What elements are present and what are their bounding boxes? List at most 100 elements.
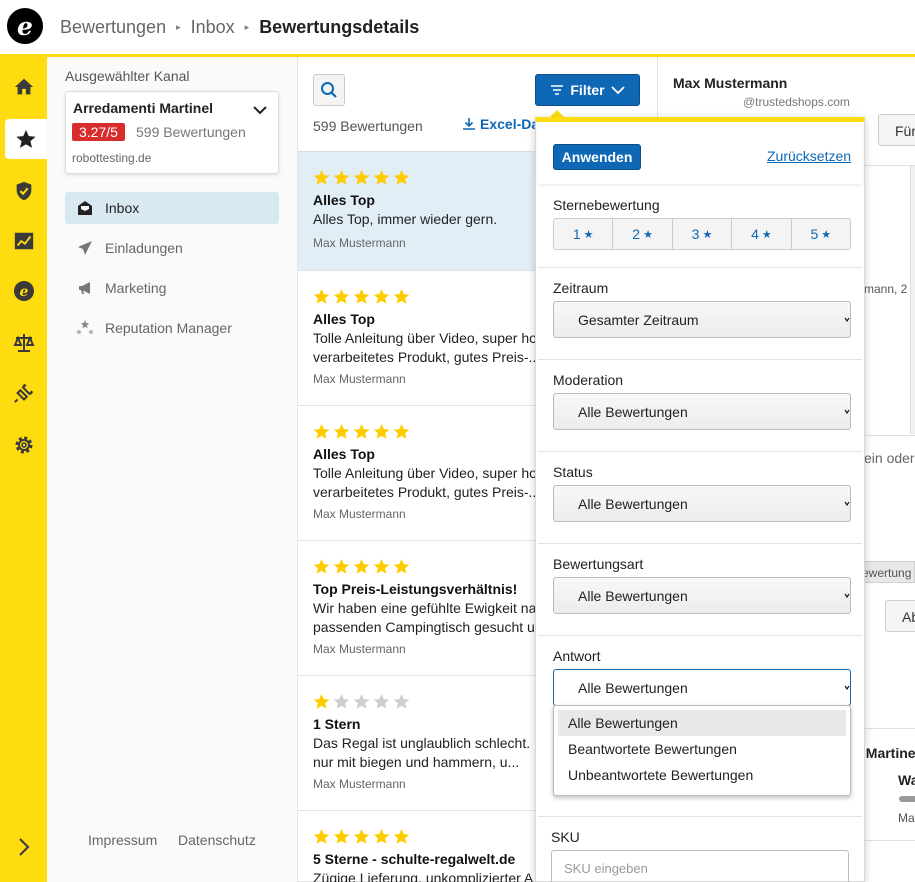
sidebar-item-einladungen[interactable]: Einladungen bbox=[65, 232, 279, 264]
channel-name: Arredamenti Martinel bbox=[73, 100, 214, 116]
sku-input[interactable]: SKU eingeben bbox=[551, 850, 849, 882]
detail-fragment: ein oder k bbox=[864, 450, 915, 466]
star-filter-3-button[interactable]: 3 ★ bbox=[673, 219, 733, 249]
star-icon bbox=[373, 289, 390, 304]
inbox-icon bbox=[78, 201, 92, 215]
antwort-option-unanswered[interactable]: Unbeantwortete Bewertungen bbox=[558, 762, 846, 788]
star-icon bbox=[333, 829, 350, 844]
detail-action-button-2[interactable]: Ab bbox=[885, 600, 915, 632]
detail-action-button[interactable]: Für bbox=[878, 114, 915, 146]
review-author: Max Mustermann bbox=[313, 777, 406, 791]
review-title: 1 Stern bbox=[313, 716, 361, 732]
rail-home[interactable] bbox=[0, 67, 47, 107]
search-button[interactable] bbox=[313, 74, 345, 106]
select-caret-icon bbox=[844, 409, 850, 415]
impressum-link[interactable]: Impressum bbox=[88, 832, 157, 848]
detail-progress bbox=[899, 796, 915, 802]
review-body: Alles Top, immer wieder gern. bbox=[313, 211, 498, 227]
review-stars bbox=[313, 828, 410, 845]
sidebar-item-inbox[interactable]: Inbox bbox=[65, 192, 279, 224]
breadcrumb-bewertungen[interactable]: Bewertungen bbox=[60, 17, 166, 38]
chart-icon bbox=[14, 232, 33, 250]
antwort-label: Antwort bbox=[553, 648, 601, 664]
antwort-select[interactable]: Alle Bewertungen bbox=[553, 669, 851, 706]
zeitraum-select[interactable]: Gesamter Zeitraum bbox=[553, 301, 851, 338]
star-icon bbox=[313, 170, 330, 185]
sparkle-stars-icon bbox=[76, 320, 94, 335]
sidebar-item-marketing[interactable]: Marketing bbox=[65, 272, 279, 304]
review-body: Das Regal ist unglaublich schlecht. I nu… bbox=[313, 735, 538, 770]
sidebar-item-label: Einladungen bbox=[105, 240, 183, 256]
star-filter-2-button[interactable]: 2 ★ bbox=[613, 219, 673, 249]
bewertungsart-select[interactable]: Alle Bewertungen bbox=[553, 577, 851, 614]
review-stars bbox=[313, 169, 410, 186]
trustedshops-e-icon: e bbox=[13, 281, 34, 301]
filter-button[interactable]: Filter bbox=[535, 74, 640, 106]
excel-export-link[interactable]: Excel-Da bbox=[462, 116, 539, 132]
reviewer-handle: @trustedshops.com bbox=[743, 95, 850, 109]
star-filter-5-button[interactable]: 5 ★ bbox=[792, 219, 850, 249]
plug-icon bbox=[13, 384, 33, 403]
reviewer-name: Max Mustermann bbox=[673, 75, 788, 91]
breadcrumb-separator-icon: ▸ bbox=[176, 21, 181, 32]
review-body: Tolle Anleitung über Video, super ho ver… bbox=[313, 465, 541, 500]
star-filter-group: 1 ★ 2 ★ 3 ★ 4 ★ 5 ★ bbox=[553, 218, 851, 250]
reset-link[interactable]: Zurücksetzen bbox=[767, 148, 851, 164]
rail-reviews[interactable] bbox=[5, 119, 47, 159]
star-icon: ★ bbox=[583, 228, 594, 241]
antwort-options-list: Alle Bewertungen Beantwortete Bewertunge… bbox=[553, 705, 851, 796]
channel-review-count: 599 Bewertungen bbox=[136, 124, 246, 140]
star-icon bbox=[313, 559, 330, 574]
section-divider bbox=[538, 267, 862, 268]
star-icon bbox=[393, 694, 410, 709]
star-icon bbox=[373, 559, 390, 574]
star-icon bbox=[353, 559, 370, 574]
rail-expand[interactable] bbox=[0, 827, 47, 867]
apply-button[interactable]: Anwenden bbox=[553, 144, 641, 170]
moderation-select[interactable]: Alle Bewertungen bbox=[553, 393, 851, 430]
rail-analytics[interactable] bbox=[0, 221, 47, 261]
filter-lines-icon bbox=[551, 85, 564, 95]
select-caret-icon bbox=[844, 317, 850, 323]
section-divider bbox=[538, 451, 862, 452]
status-select[interactable]: Alle Bewertungen bbox=[553, 485, 851, 522]
star-icon bbox=[353, 170, 370, 185]
status-label: Status bbox=[553, 464, 593, 480]
select-caret-icon bbox=[844, 501, 850, 507]
star-icon bbox=[393, 289, 410, 304]
star-filter-1-button[interactable]: 1 ★ bbox=[554, 219, 614, 249]
review-title: Alles Top bbox=[313, 446, 375, 462]
detail-fragment: i Martine bbox=[858, 745, 915, 761]
rail-trust[interactable] bbox=[0, 171, 47, 211]
trustedshops-logo[interactable]: e bbox=[7, 8, 43, 44]
rail-trustedshops[interactable]: e bbox=[0, 271, 47, 311]
section-divider bbox=[538, 543, 862, 544]
review-title: Alles Top bbox=[313, 311, 375, 327]
detail-fragment: Ma bbox=[898, 811, 915, 825]
breadcrumb-inbox[interactable]: Inbox bbox=[191, 17, 235, 38]
svg-text:e: e bbox=[19, 284, 28, 300]
star-filter-4-button[interactable]: 4 ★ bbox=[732, 219, 792, 249]
star-filter-label: Sternebewertung bbox=[553, 197, 660, 213]
breadcrumb: Bewertungen ▸ Inbox ▸ Bewertungsdetails bbox=[60, 15, 419, 39]
star-icon bbox=[313, 694, 330, 709]
chevron-right-icon bbox=[18, 838, 29, 856]
sidebar-item-reputation-manager[interactable]: Reputation Manager bbox=[65, 312, 279, 344]
star-icon bbox=[333, 559, 350, 574]
moderation-label: Moderation bbox=[553, 372, 624, 388]
review-count: 599 Bewertungen bbox=[313, 118, 423, 134]
star-icon bbox=[393, 424, 410, 439]
channel-label: Ausgewählter Kanal bbox=[65, 68, 190, 84]
review-stars bbox=[313, 423, 410, 440]
channel-selector[interactable]: Arredamenti Martinel 3.27/5 599 Bewertun… bbox=[65, 91, 279, 174]
star-icon: ★ bbox=[702, 228, 713, 241]
star-icon bbox=[353, 424, 370, 439]
detail-scroll-panel bbox=[910, 166, 915, 434]
rail-integrations[interactable] bbox=[0, 373, 47, 413]
rail-legal[interactable] bbox=[0, 323, 47, 363]
rail-settings[interactable] bbox=[0, 425, 47, 465]
antwort-option-answered[interactable]: Beantwortete Bewertungen bbox=[558, 736, 846, 762]
star-icon bbox=[373, 829, 390, 844]
datenschutz-link[interactable]: Datenschutz bbox=[178, 832, 256, 848]
antwort-option-all[interactable]: Alle Bewertungen bbox=[558, 710, 846, 736]
